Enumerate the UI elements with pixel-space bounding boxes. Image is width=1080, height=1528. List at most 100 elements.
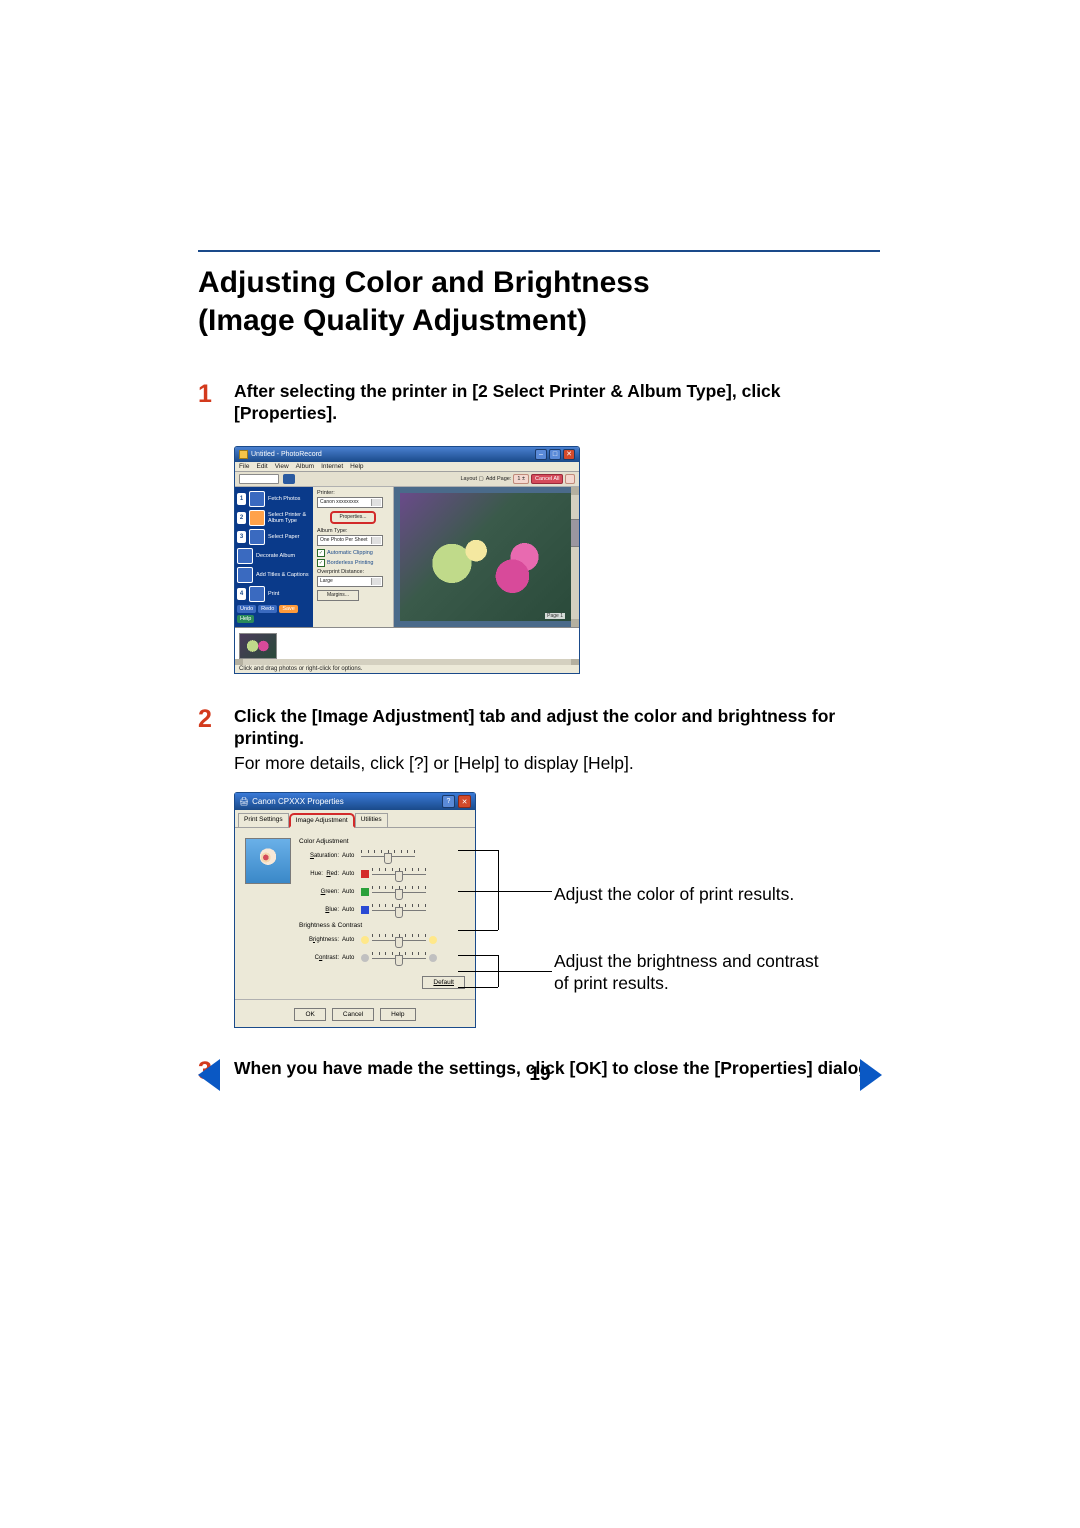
properties-button-highlight[interactable]: Properties... bbox=[330, 511, 376, 524]
hue-red-auto: Auto bbox=[342, 871, 358, 877]
toolbar-misc[interactable] bbox=[565, 474, 575, 484]
tab-utilities[interactable]: Utilities bbox=[355, 813, 388, 827]
status-bar: Click and drag photos or right-click for… bbox=[235, 664, 579, 673]
borderless-printing-check[interactable]: ✓ Borderless Printing bbox=[317, 559, 389, 567]
maximize-button[interactable]: □ bbox=[549, 449, 561, 460]
tab-panel: Color Adjustment Saturation: Auto bbox=[235, 828, 475, 995]
menu-file[interactable]: File bbox=[239, 463, 249, 470]
red-slider[interactable] bbox=[372, 868, 426, 880]
hue-green-label: Green: bbox=[299, 889, 339, 895]
automatic-clipping-check[interactable]: ✓ Automatic Clipping bbox=[317, 549, 389, 557]
contrast-low-icon bbox=[361, 954, 369, 962]
document-page: Adjusting Color and Brightness (Image Qu… bbox=[0, 0, 1080, 1528]
page-label: Page 1 bbox=[545, 613, 565, 619]
printer-select[interactable]: Canon xxxxxxxxx bbox=[317, 497, 383, 508]
step-2-text: For more details, click [?] or [Help] to… bbox=[234, 753, 880, 775]
sidebar-step-5[interactable]: Add Titles & Captions bbox=[237, 567, 311, 583]
sun-bright-icon bbox=[429, 936, 437, 944]
menu-edit[interactable]: Edit bbox=[256, 463, 267, 470]
saturation-label: Saturation: bbox=[299, 853, 339, 859]
window-titlebar: Untitled - PhotoRecord – □ ✕ bbox=[235, 447, 579, 462]
toolbar-address[interactable] bbox=[239, 474, 279, 484]
tab-print-settings[interactable]: Print Settings bbox=[238, 813, 289, 827]
help-chip[interactable]: Help bbox=[237, 615, 254, 623]
sidebar-bottom-chips: Undo Redo Save Help bbox=[237, 605, 311, 623]
window-body: 1 Fetch Photos 2 Select Printer & Album … bbox=[235, 487, 579, 627]
prev-page-arrow-icon[interactable] bbox=[198, 1059, 220, 1091]
minimize-button[interactable]: – bbox=[535, 449, 547, 460]
album-type-select[interactable]: One Photo Per Sheet bbox=[317, 535, 383, 546]
sidebar-step-6[interactable]: 4 Print bbox=[237, 586, 311, 602]
next-page-arrow-icon[interactable] bbox=[860, 1059, 882, 1091]
menu-album[interactable]: Album bbox=[296, 463, 314, 470]
hue-red-row: Hue: Red: Auto bbox=[299, 868, 465, 880]
help-button[interactable]: Help bbox=[380, 1008, 415, 1021]
tab-image-adjustment[interactable]: Image Adjustment bbox=[289, 813, 355, 828]
saturation-slider[interactable] bbox=[361, 850, 415, 862]
step-1-text: After selecting the printer in [2 Select… bbox=[234, 381, 880, 425]
toolbar-layout-label: Layout ▢ bbox=[460, 476, 483, 482]
cancel-all-button[interactable]: Cancel All bbox=[531, 474, 563, 484]
hue-blue-label: Blue: bbox=[299, 907, 339, 913]
sidebar-step-1[interactable]: 1 Fetch Photos bbox=[237, 491, 311, 507]
cancel-button[interactable]: Cancel bbox=[332, 1008, 374, 1021]
heading-line-2: (Image Quality Adjustment) bbox=[198, 304, 587, 337]
close-button[interactable]: ✕ bbox=[458, 795, 471, 808]
green-slider[interactable] bbox=[372, 886, 426, 898]
sidebar-step5-label: Add Titles & Captions bbox=[256, 572, 311, 578]
blue-slider[interactable] bbox=[372, 904, 426, 916]
hue-blue-row: Blue: Auto bbox=[299, 904, 465, 916]
album-page-preview: Page 1 bbox=[400, 493, 573, 621]
tab-row: Print Settings Image Adjustment Utilitie… bbox=[235, 810, 475, 828]
callout-1: Adjust the color of print results. bbox=[554, 884, 834, 906]
toolbar-go-icon[interactable] bbox=[283, 474, 295, 484]
whats-this-button[interactable]: ? bbox=[442, 795, 455, 808]
overprint-select[interactable]: Large bbox=[317, 576, 383, 587]
callout-branch bbox=[458, 955, 498, 956]
hue-red-label: Hue: Red: bbox=[299, 871, 339, 877]
sidebar-step-4[interactable]: Decorate Album bbox=[237, 548, 311, 564]
wizard-sidebar: 1 Fetch Photos 2 Select Printer & Album … bbox=[235, 487, 313, 627]
contrast-label: Contrast: bbox=[299, 955, 339, 961]
step-2-body: Click the [Image Adjustment] tab and adj… bbox=[234, 706, 880, 775]
sidebar-step-3[interactable]: 3 Select Paper bbox=[237, 529, 311, 545]
sidebar-step4-label: Decorate Album bbox=[256, 553, 311, 559]
overprint-label: Overprint Distance: bbox=[317, 569, 389, 575]
saturation-auto: Auto bbox=[342, 853, 358, 859]
close-button[interactable]: ✕ bbox=[563, 449, 575, 460]
horizontal-scrollbar[interactable] bbox=[235, 659, 579, 665]
contrast-slider[interactable] bbox=[372, 952, 426, 964]
toolbar-quantity[interactable]: 1 ± bbox=[513, 474, 529, 484]
menu-bar: File Edit View Album Internet Help bbox=[235, 462, 579, 472]
brightness-slider[interactable] bbox=[372, 934, 426, 946]
step-2-bold: Click the [Image Adjustment] tab and adj… bbox=[234, 706, 880, 750]
step-2: 2 Click the [Image Adjustment] tab and a… bbox=[198, 706, 880, 775]
sidebar-step-2[interactable]: 2 Select Printer & Album Type bbox=[237, 510, 311, 526]
step-1: 1 After selecting the printer in [2 Sele… bbox=[198, 381, 880, 428]
vertical-scrollbar[interactable] bbox=[571, 487, 579, 627]
horizontal-rule bbox=[198, 250, 880, 252]
preview-thumbnail bbox=[245, 838, 291, 884]
menu-help[interactable]: Help bbox=[350, 463, 363, 470]
section-heading: Adjusting Color and Brightness (Image Qu… bbox=[198, 264, 880, 339]
redo-chip[interactable]: Redo bbox=[258, 605, 277, 613]
properties-dialog: 🖨 Canon CPXXX Properties ? ✕ Print Setti… bbox=[234, 792, 476, 1028]
undo-chip[interactable]: Undo bbox=[237, 605, 256, 613]
menu-internet[interactable]: Internet bbox=[321, 463, 343, 470]
step-2-number: 2 bbox=[198, 706, 234, 734]
heading-line-1: Adjusting Color and Brightness bbox=[198, 266, 650, 299]
hue-green-row: Green: Auto bbox=[299, 886, 465, 898]
margins-button[interactable]: Margins... bbox=[317, 590, 359, 601]
ok-button[interactable]: OK bbox=[294, 1008, 325, 1021]
photorecord-window: Untitled - PhotoRecord – □ ✕ File Edit V… bbox=[234, 446, 580, 674]
callout-lead-2 bbox=[458, 971, 552, 972]
green-swatch-icon bbox=[361, 888, 369, 896]
color-adjustment-block: Color Adjustment Saturation: Auto bbox=[299, 838, 465, 970]
save-chip[interactable]: Save bbox=[279, 605, 298, 613]
menu-view[interactable]: View bbox=[275, 463, 289, 470]
printer-icon: 🖨 bbox=[239, 797, 249, 806]
flower-photo bbox=[400, 493, 573, 621]
dialog-button-row: OK Cancel Help bbox=[235, 1004, 475, 1027]
photo-thumbnail[interactable] bbox=[239, 633, 277, 659]
figure-2-wrap: 🖨 Canon CPXXX Properties ? ✕ Print Setti… bbox=[234, 792, 880, 1028]
